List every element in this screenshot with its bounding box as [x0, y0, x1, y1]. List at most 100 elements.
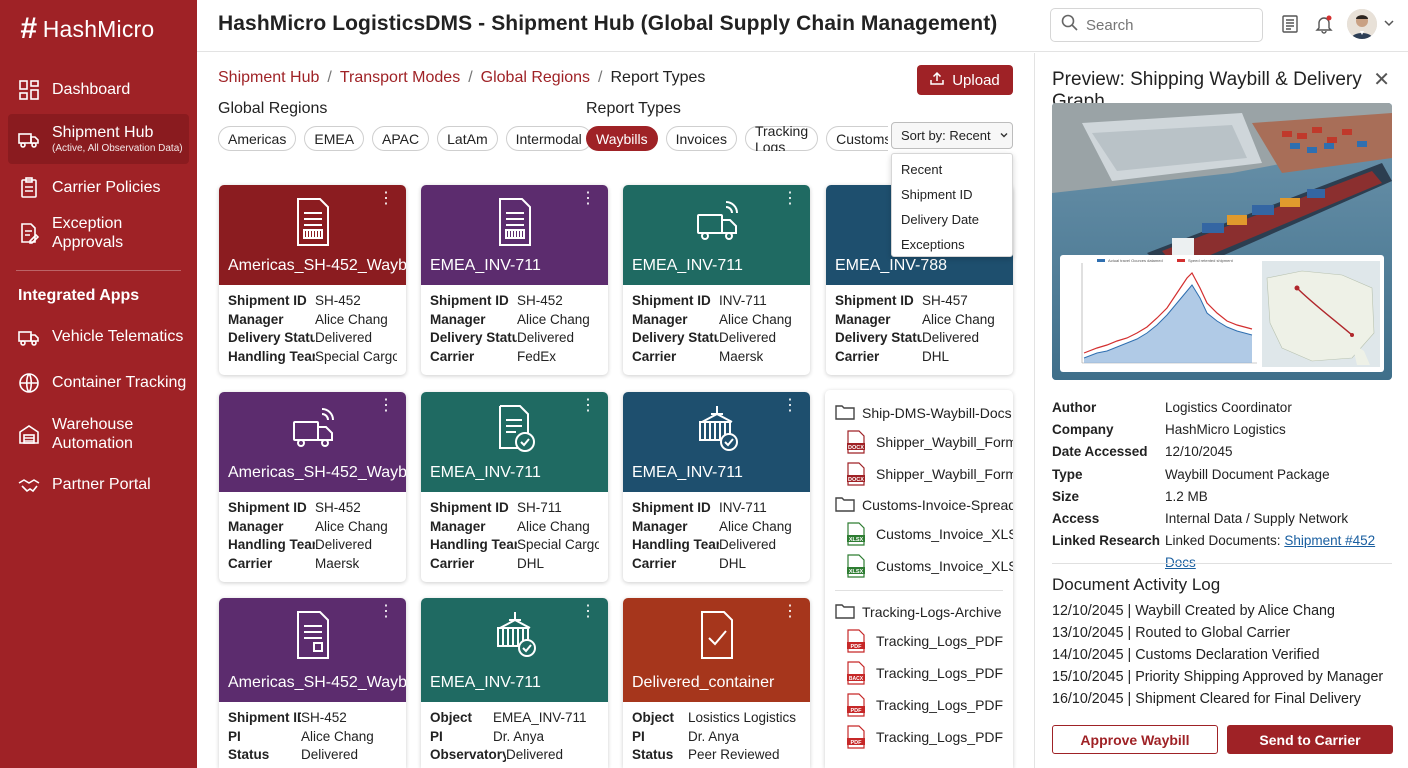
meta-key: Type	[1052, 466, 1083, 482]
document-card[interactable]: ⋮ EMEA_INV-711 Shipment ID SH-711 Manager…	[421, 392, 608, 582]
card-header: ⋮ EMEA_INV-711	[623, 392, 810, 492]
file-item[interactable]: PDF Tracking_Logs_PDF	[825, 721, 1013, 753]
more-options-icon[interactable]: ⋮	[580, 191, 596, 207]
more-options-icon[interactable]: ⋮	[580, 398, 596, 414]
more-options-icon[interactable]: ⋮	[378, 398, 394, 414]
file-item[interactable]: BACX Tracking_Logs_PDF	[825, 657, 1013, 689]
avatar[interactable]	[1347, 9, 1377, 39]
sort-option-shipment-id[interactable]: Shipment ID	[892, 182, 1012, 207]
breadcrumb-global-regions[interactable]: Global Regions	[481, 69, 590, 87]
sidebar-item-shipment-hub[interactable]: Shipment Hub (Active, All Observation Da…	[8, 114, 189, 164]
sort-dropdown[interactable]: Sort by: Recent	[891, 122, 1013, 149]
detail-key: Carrier	[430, 555, 475, 571]
document-card[interactable]: ⋮ Americas_SH-452_Waybill Shipment ID SH-…	[219, 598, 406, 768]
more-options-icon[interactable]: ⋮	[378, 604, 394, 620]
sidebar-item-partner-portal[interactable]: Partner Portal	[0, 465, 197, 505]
more-options-icon[interactable]: ⋮	[782, 398, 798, 414]
document-card[interactable]: ⋮ EMEA_INV-711 Shipment ID INV-711 Manage…	[623, 185, 810, 375]
document-card[interactable]: ⋮ EMEA_INV-711 Shipment ID INV-711 Manage…	[623, 392, 810, 582]
sort-option-delivery-date[interactable]: Delivery Date	[892, 207, 1012, 232]
chevron-down-icon[interactable]	[1383, 16, 1405, 38]
detail-row: Carrier Maersk	[632, 348, 801, 367]
chip-latam[interactable]: LatAm	[437, 126, 498, 151]
chip-apac[interactable]: APAC	[372, 126, 430, 151]
container-crane-icon	[698, 406, 738, 451]
chip-customs[interactable]: Customs	[826, 126, 888, 151]
file-item[interactable]: PDF Tracking_Logs_PDF	[825, 625, 1013, 657]
breadcrumb: Shipment Hub / Transport Modes / Global …	[218, 69, 705, 87]
chip-invoices[interactable]: Invoices	[665, 126, 737, 151]
card-header: ⋮ EMEA_INV-711	[421, 392, 608, 492]
file-item[interactable]: DOCX Shipper_Waybill_Form	[825, 458, 1013, 490]
card-details: Shipment ID SH-452 PI Alice Chang Status De…	[219, 702, 406, 768]
more-options-icon[interactable]: ⋮	[782, 604, 798, 620]
log-entry: 16/10/2045 | Shipment Cleared for Final …	[1052, 691, 1361, 707]
approve-waybill-button[interactable]: Approve Waybill	[1052, 725, 1218, 754]
preview-image[interactable]: Actual travel Ocurces datamed Speed rete…	[1052, 103, 1392, 380]
sidebar-item-vehicle-telematics[interactable]: Vehicle Telematics	[0, 317, 197, 357]
chip-tracking-logs[interactable]: Tracking Logs	[744, 126, 819, 151]
breadcrumb-separator: /	[468, 69, 473, 86]
document-card[interactable]: ⋮ Americas_SH-452_Waybill Shipment ID SH-…	[219, 392, 406, 582]
sidebar-item-warehouse-automation[interactable]: Warehouse Automation	[0, 409, 197, 459]
breadcrumb-shipment-hub[interactable]: Shipment Hub	[218, 69, 319, 87]
breadcrumb-transport-modes[interactable]: Transport Modes	[340, 69, 460, 87]
detail-key: Manager	[835, 311, 891, 327]
document-card[interactable]: ⋮ Americas_SH-452_Waybill Shipment ID SH-…	[219, 185, 406, 375]
sort-option-exceptions[interactable]: Exceptions	[892, 232, 1012, 257]
sidebar-item-carrier-policies[interactable]: Carrier Policies	[0, 168, 197, 208]
card-details: Shipment ID SH-711 Manager Alice Chang Han…	[421, 492, 608, 580]
folder-item[interactable]: Tracking-Logs-Archive	[825, 599, 1013, 625]
notes-icon[interactable]	[1280, 14, 1302, 36]
file-item[interactable]: PDF Tracking_Logs_PDF	[825, 689, 1013, 721]
search-input[interactable]	[1086, 16, 1246, 34]
sidebar-item-exception-approvals[interactable]: Exception Approvals	[0, 208, 197, 258]
chip-americas[interactable]: Americas	[218, 126, 297, 151]
upload-button[interactable]: Upload	[917, 65, 1013, 95]
chip-intermodal[interactable]: Intermodal	[505, 126, 592, 151]
folder-item[interactable]: Customs-Invoice-Spread...	[825, 492, 1013, 518]
detail-key: Manager	[430, 311, 486, 327]
chip-waybills[interactable]: Waybills	[586, 126, 658, 151]
sidebar-item-container-tracking[interactable]: Container Tracking	[0, 363, 197, 403]
document-card[interactable]: ⋮ Delivered_container Object Losistics Lo…	[623, 598, 810, 768]
detail-key: Shipment ID	[835, 293, 914, 308]
sidebar: # HashMicro Dashboard Shipment Hub (Acti…	[0, 0, 197, 768]
detail-key: Delivery Status	[228, 330, 315, 346]
detail-value: Special Cargo	[517, 537, 599, 553]
send-to-carrier-button[interactable]: Send to Carrier	[1227, 725, 1393, 754]
file-item[interactable]: XLSX Customs_Invoice_XLSX	[825, 518, 1013, 550]
chip-emea[interactable]: EMEA	[304, 126, 365, 151]
detail-row: Delivery StatusDelivered	[228, 329, 397, 348]
detail-key: Manager	[228, 311, 284, 327]
detail-row: Object Losistics Logistics	[632, 709, 801, 728]
document-card[interactable]: ⋮ EMEA_INV-711 Object EMEA_INV-711 PI Dr. …	[421, 598, 608, 768]
file-item[interactable]: XLSX Customs_Invoice_XLSX	[825, 550, 1013, 582]
sort-option-recent[interactable]: Recent	[892, 157, 1012, 182]
sidebar-divider	[16, 270, 181, 271]
bell-icon[interactable]	[1314, 14, 1336, 36]
detail-value: Alice Chang	[719, 311, 792, 327]
close-icon[interactable]: ✕	[1373, 67, 1390, 92]
detail-row: Manager Alice Chang	[835, 311, 1004, 330]
detail-value: Dr. Anya	[493, 728, 545, 744]
sidebar-item-dashboard[interactable]: Dashboard	[0, 70, 197, 110]
document-card[interactable]: ⋮ EMEA_INV-711 Shipment ID SH-452 Manager…	[421, 185, 608, 375]
detail-value: INV-711	[719, 500, 767, 515]
file-item[interactable]: DOCX Shipper_Waybill_Form	[825, 426, 1013, 458]
card-details: Shipment ID INV-711 Manager Alice Chang De…	[623, 285, 810, 373]
search-box[interactable]	[1050, 8, 1263, 42]
more-options-icon[interactable]: ⋮	[378, 191, 394, 207]
activity-log: 12/10/2045 | Waybill Created by Alice Ch…	[1052, 600, 1383, 710]
sidebar-item-label: Vehicle Telematics	[52, 328, 184, 345]
pdf-file-icon: PDF	[847, 725, 865, 749]
hashmicro-logo[interactable]: # HashMicro	[20, 12, 154, 46]
detail-value: Delivered	[301, 747, 359, 763]
more-options-icon[interactable]: ⋮	[782, 191, 798, 207]
card-details: Object EMEA_INV-711 PI Dr. Anya Observator…	[421, 702, 608, 768]
upload-label: Upload	[952, 71, 1000, 89]
sidebar-heading: Integrated Apps	[18, 287, 140, 304]
folder-item[interactable]: Ship-DMS-Waybill-Docs	[825, 400, 1013, 426]
upload-icon	[930, 71, 944, 89]
more-options-icon[interactable]: ⋮	[580, 604, 596, 620]
